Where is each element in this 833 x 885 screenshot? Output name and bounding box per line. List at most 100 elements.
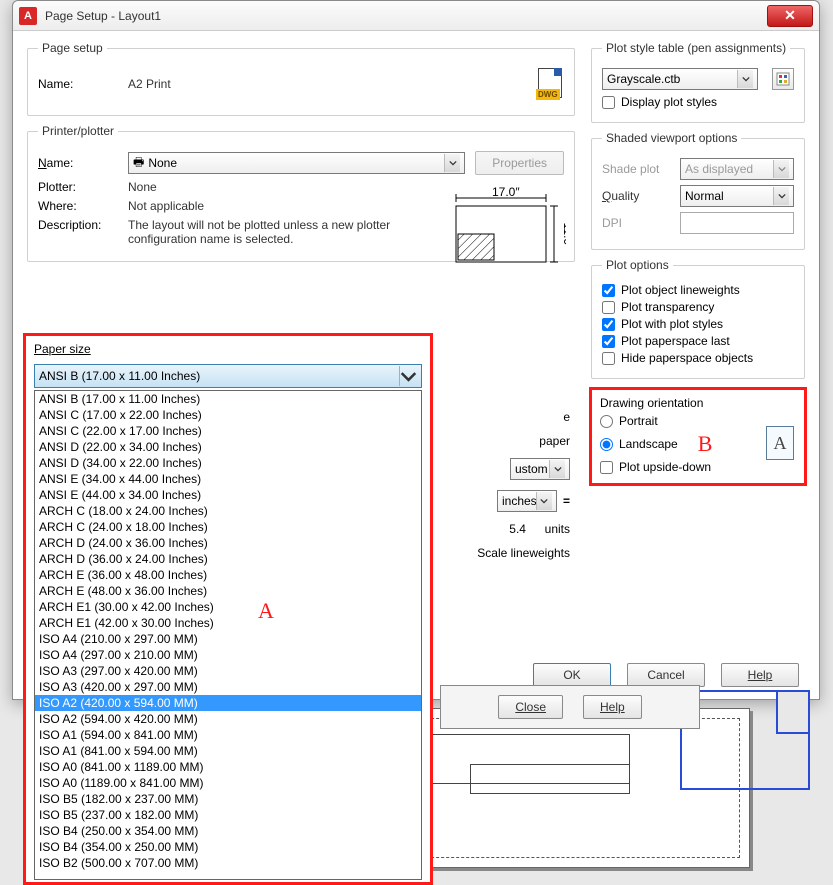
- quality-dropdown[interactable]: Normal: [680, 185, 794, 207]
- help-button[interactable]: Help: [721, 663, 799, 687]
- paper-size-option[interactable]: ISO A3 (420.00 x 297.00 MM): [35, 679, 421, 695]
- description-value: The layout will not be plotted unless a …: [128, 218, 428, 246]
- scale-custom-dropdown[interactable]: ustom: [510, 458, 570, 480]
- paper-size-option[interactable]: ARCH E1 (30.00 x 42.00 Inches): [35, 599, 421, 615]
- plot-styles-checkbox[interactable]: Plot with plot styles: [602, 317, 794, 331]
- printer-legend: Printer/plotter: [38, 124, 118, 138]
- page-setup-legend: Page setup: [38, 41, 107, 55]
- dwg-icon: DWG: [536, 68, 564, 100]
- paper-size-legend: Paper size: [34, 342, 422, 356]
- paper-size-option[interactable]: ARCH C (18.00 x 24.00 Inches): [35, 503, 421, 519]
- display-plot-styles-checkbox[interactable]: Display plot styles: [602, 95, 794, 109]
- paper-size-option[interactable]: ANSI D (34.00 x 22.00 Inches): [35, 455, 421, 471]
- printer-name-label: Name:: [38, 156, 118, 170]
- hide-paperspace-checkbox[interactable]: Hide paperspace objects: [602, 351, 794, 365]
- chevron-down-icon: [444, 154, 460, 172]
- page-setup-group: Page setup Name: A2 Print DWG: [27, 41, 575, 116]
- units-inches-dropdown[interactable]: inches: [497, 490, 557, 512]
- plotter-value: None: [128, 180, 157, 194]
- paper-size-option[interactable]: ARCH E (48.00 x 36.00 Inches): [35, 583, 421, 599]
- pen-icon: [776, 72, 790, 86]
- secondary-button-bar: Close Help: [440, 685, 700, 729]
- paper-size-option[interactable]: ISO B2 (500.00 x 707.00 MM): [35, 855, 421, 871]
- page-setup-name: A2 Print: [128, 77, 171, 91]
- cancel-button[interactable]: Cancel: [627, 663, 705, 687]
- description-label: Description:: [38, 218, 118, 232]
- title-bar: A Page Setup - Layout1 ✕: [13, 1, 819, 31]
- paper-size-option[interactable]: ISO A4 (210.00 x 297.00 MM): [35, 631, 421, 647]
- plotter-label: Plotter:: [38, 180, 118, 194]
- paper-size-list[interactable]: ANSI B (17.00 x 11.00 Inches)ANSI C (17.…: [34, 390, 422, 880]
- landscape-radio[interactable]: Landscape: [600, 437, 678, 451]
- paper-size-option[interactable]: ARCH D (24.00 x 36.00 Inches): [35, 535, 421, 551]
- chevron-down-icon: [737, 70, 753, 88]
- plot-style-edit-button[interactable]: [772, 68, 794, 90]
- paper-size-option[interactable]: ANSI E (34.00 x 44.00 Inches): [35, 471, 421, 487]
- paper-size-option[interactable]: ISO A3 (297.00 x 420.00 MM): [35, 663, 421, 679]
- drawing-orientation-group: Drawing orientation Portrait Landscape B…: [589, 387, 807, 486]
- preview-width-label: 17.0″: [492, 185, 520, 199]
- dpi-input: [680, 212, 794, 234]
- paper-size-option[interactable]: ARCH D (36.00 x 24.00 Inches): [35, 551, 421, 567]
- name-label: Name:: [38, 77, 118, 91]
- paper-preview: 17.0″ 11.0″: [446, 184, 566, 274]
- paper-size-option[interactable]: ISO A1 (594.00 x 841.00 MM): [35, 727, 421, 743]
- shade-plot-dropdown: As displayed: [680, 158, 794, 180]
- close-icon[interactable]: ✕: [767, 5, 813, 27]
- plot-lineweights-checkbox[interactable]: Plot object lineweights: [602, 283, 794, 297]
- paper-size-option[interactable]: ANSI C (22.00 x 17.00 Inches): [35, 423, 421, 439]
- paper-size-option[interactable]: ISO B5 (237.00 x 182.00 MM): [35, 807, 421, 823]
- drawing-rect: [470, 764, 630, 794]
- printer-name-dropdown[interactable]: 🖶 None: [128, 152, 465, 174]
- orientation-legend: Drawing orientation: [600, 396, 796, 410]
- paper-size-dropdown[interactable]: ANSI B (17.00 x 11.00 Inches): [34, 364, 422, 388]
- annotation-a: A: [258, 598, 274, 624]
- paper-size-option[interactable]: ANSI C (17.00 x 22.00 Inches): [35, 407, 421, 423]
- plot-style-dropdown[interactable]: Grayscale.ctb: [602, 68, 758, 90]
- paper-size-section: Paper size ANSI B (17.00 x 11.00 Inches)…: [23, 333, 433, 885]
- annotation-b: B: [698, 431, 713, 457]
- printer-icon: 🖶: [133, 153, 144, 174]
- paper-size-option[interactable]: ISO A2 (594.00 x 420.00 MM): [35, 711, 421, 727]
- paper-size-option[interactable]: ISO B5 (182.00 x 237.00 MM): [35, 791, 421, 807]
- app-icon: A: [19, 7, 37, 25]
- ok-button[interactable]: OK: [533, 663, 611, 687]
- paper-size-option[interactable]: ISO A1 (841.00 x 594.00 MM): [35, 743, 421, 759]
- help-button[interactable]: Help: [583, 695, 642, 719]
- upside-down-checkbox[interactable]: Plot upside-down: [600, 460, 796, 474]
- chevron-down-icon: [399, 366, 417, 386]
- window-title: Page Setup - Layout1: [45, 9, 161, 23]
- close-button[interactable]: Close: [498, 695, 563, 719]
- printer-group: Printer/plotter Name: 🖶 None Properties …: [27, 124, 575, 262]
- where-label: Where:: [38, 199, 118, 213]
- orientation-icon: A: [766, 426, 794, 460]
- paper-size-option[interactable]: ANSI B (17.00 x 11.00 Inches): [35, 391, 421, 407]
- paper-size-option[interactable]: ARCH E (36.00 x 48.00 Inches): [35, 567, 421, 583]
- paper-size-option[interactable]: ARCH C (24.00 x 18.00 Inches): [35, 519, 421, 535]
- shade-plot-label: Shade plot: [602, 162, 670, 176]
- paper-size-option[interactable]: ISO A0 (1189.00 x 841.00 MM): [35, 775, 421, 791]
- plot-options-legend: Plot options: [602, 258, 673, 272]
- scale-section-fragment: e paper ustom inches = 5.4 units Scale l…: [410, 400, 570, 570]
- chevron-down-icon: [773, 160, 789, 178]
- paper-size-option[interactable]: ISO A0 (841.00 x 1189.00 MM): [35, 759, 421, 775]
- paper-size-option[interactable]: ISO A2 (420.00 x 594.00 MM): [35, 695, 421, 711]
- preview-height-label: 11.0″: [561, 223, 566, 250]
- paper-size-option[interactable]: ISO A4 (297.00 x 210.00 MM): [35, 647, 421, 663]
- plot-style-legend: Plot style table (pen assignments): [602, 41, 790, 55]
- plot-paperspace-checkbox[interactable]: Plot paperspace last: [602, 334, 794, 348]
- paper-size-option[interactable]: ISO B4 (250.00 x 354.00 MM): [35, 823, 421, 839]
- where-value: Not applicable: [128, 199, 204, 213]
- paper-size-option[interactable]: ISO B4 (354.00 x 250.00 MM): [35, 839, 421, 855]
- chevron-down-icon: [773, 187, 789, 205]
- dialog-button-row: OK Cancel Help: [533, 663, 799, 687]
- paper-size-option[interactable]: ANSI E (44.00 x 34.00 Inches): [35, 487, 421, 503]
- plot-options-group: Plot options Plot object lineweights Plo…: [591, 258, 805, 379]
- dpi-label: DPI: [602, 216, 670, 230]
- quality-label: Quality: [602, 189, 670, 203]
- paper-size-option[interactable]: ANSI D (22.00 x 34.00 Inches): [35, 439, 421, 455]
- plot-transparency-checkbox[interactable]: Plot transparency: [602, 300, 794, 314]
- paper-size-option[interactable]: ARCH E1 (42.00 x 30.00 Inches): [35, 615, 421, 631]
- properties-button: Properties: [475, 151, 564, 175]
- chevron-down-icon: [536, 492, 552, 510]
